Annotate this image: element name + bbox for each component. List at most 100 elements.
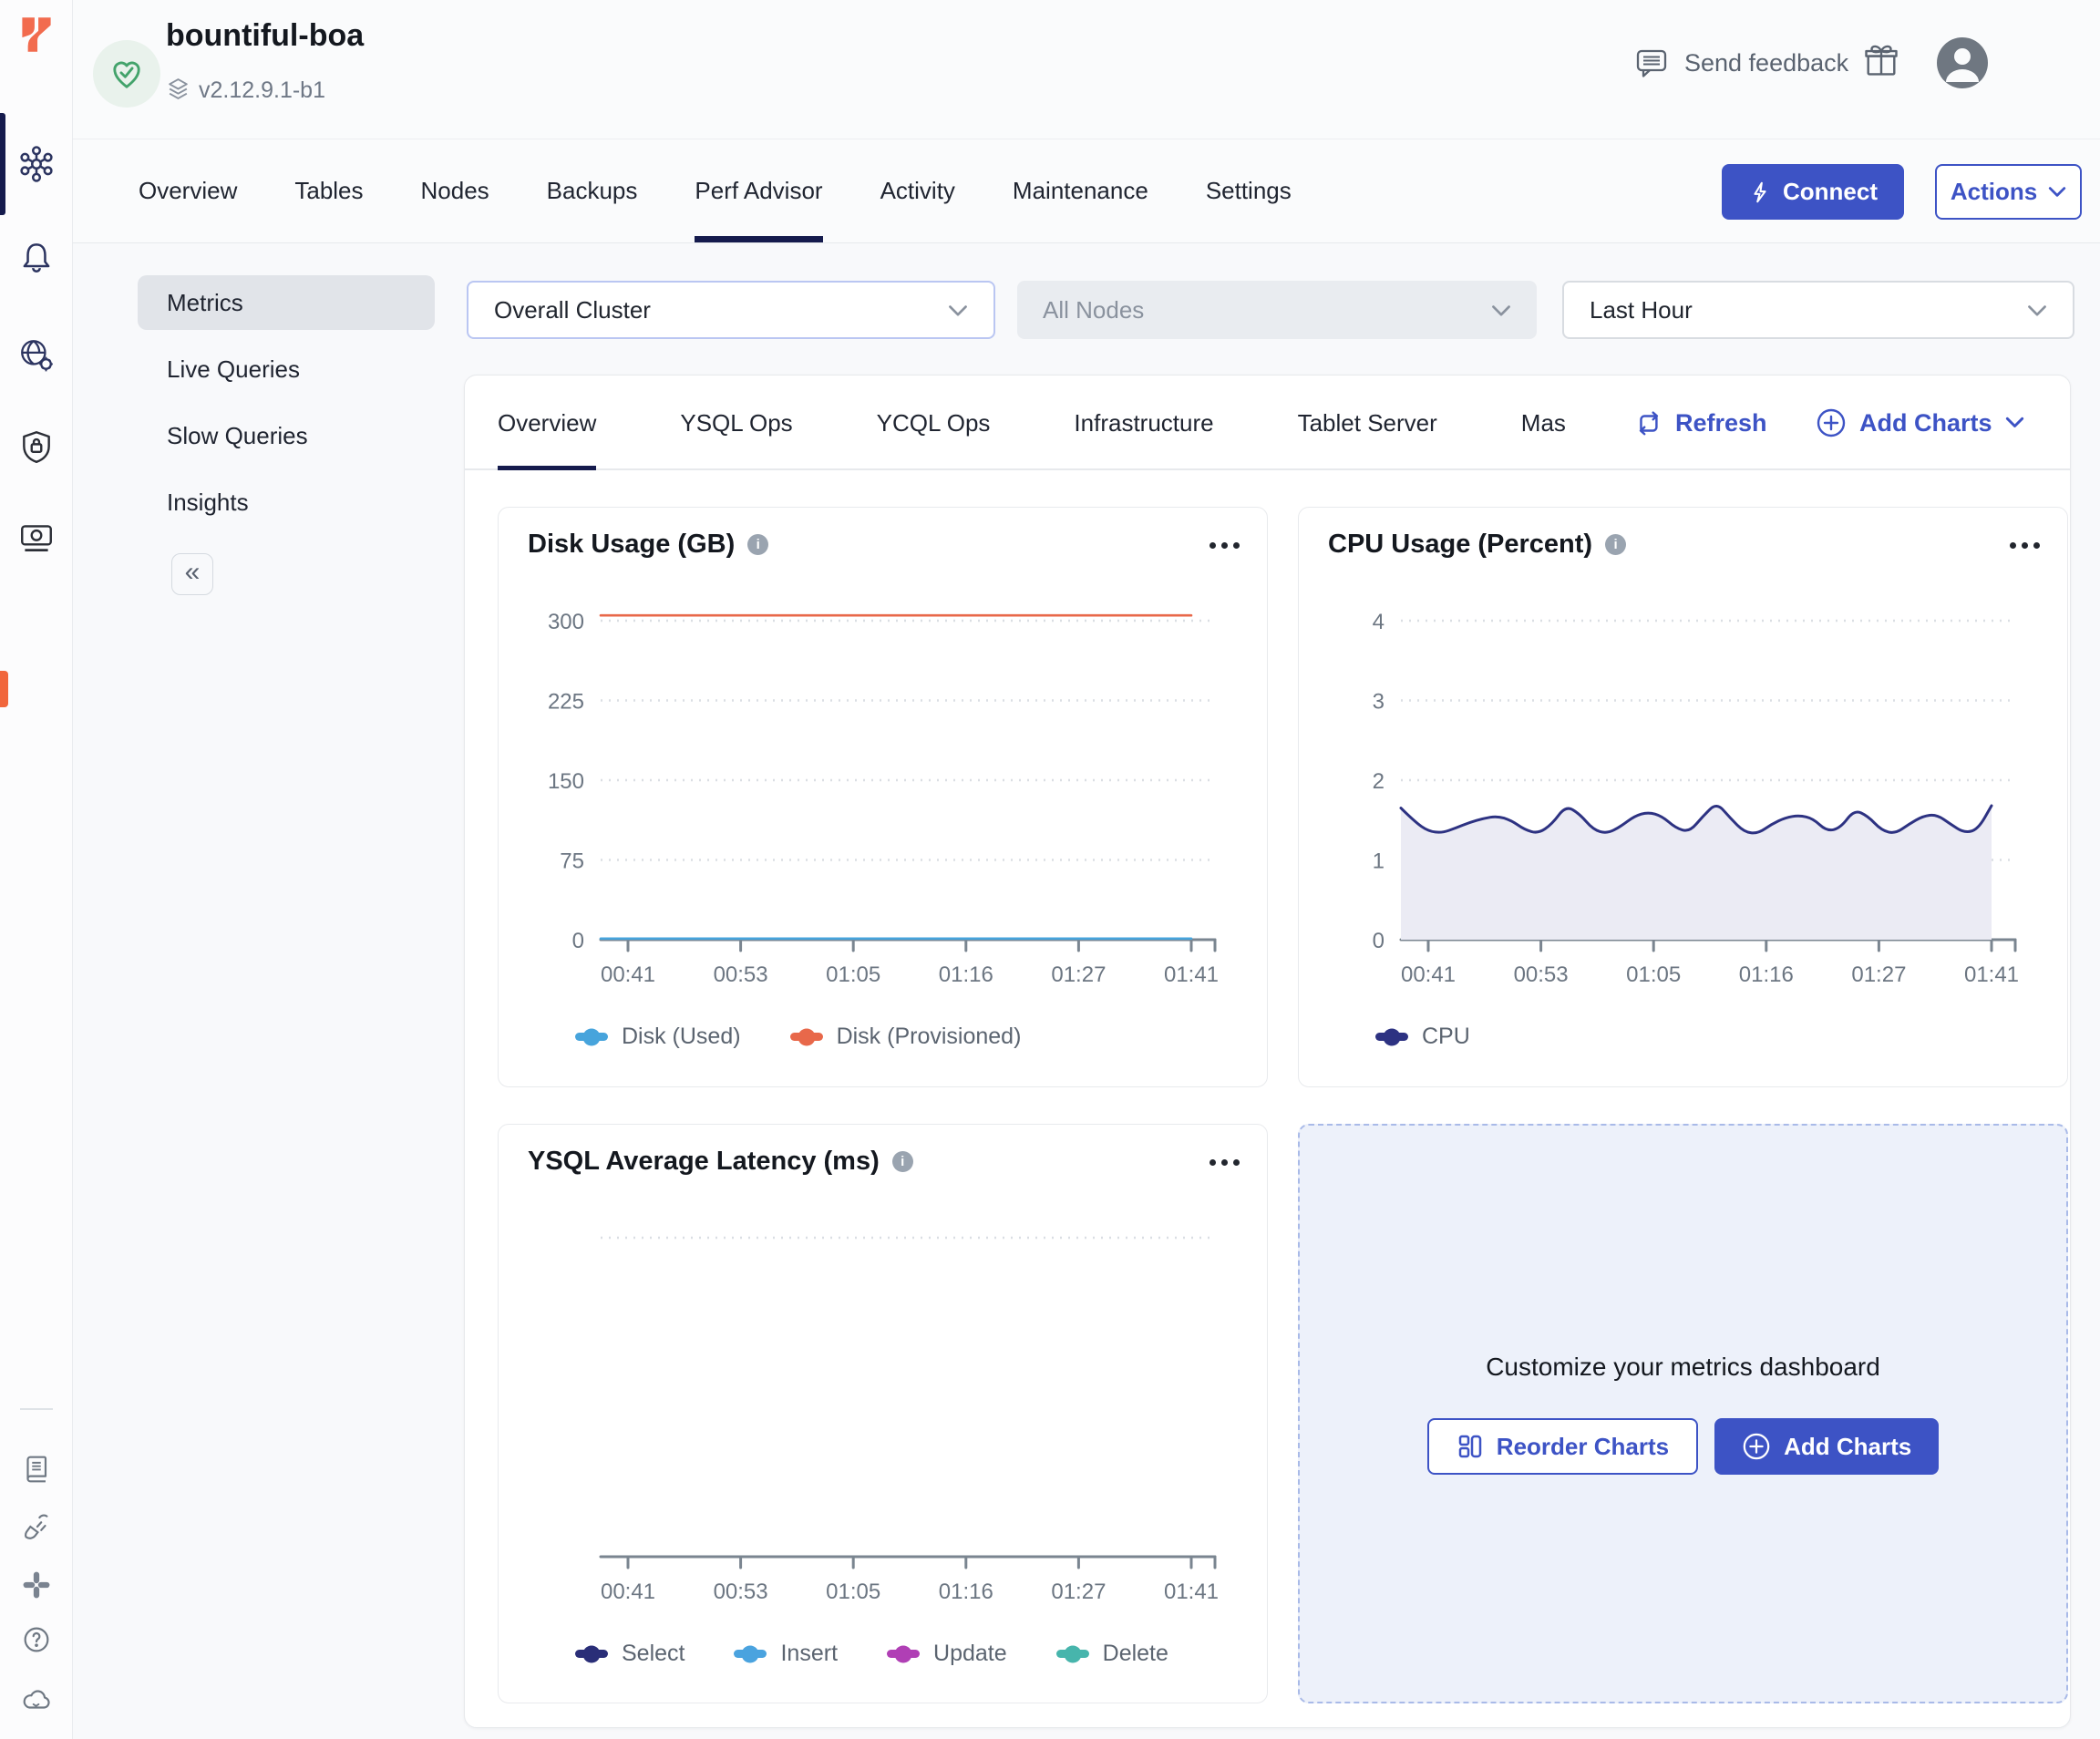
metrics-tab-tablet-server[interactable]: Tablet Server — [1298, 376, 1437, 470]
send-feedback-label: Send feedback — [1684, 49, 1848, 77]
svg-text:75: 75 — [560, 849, 584, 874]
cluster-tab-bar: Overview Tables Nodes Backups Perf Advisor Ac… — [73, 139, 2100, 243]
cloud-shell-icon[interactable] — [16, 1679, 57, 1719]
disk-usage-legend: Disk (Used) Disk (Provisioned) — [575, 1024, 1021, 1050]
billing-banknote-icon[interactable] — [16, 518, 57, 558]
legend-marker — [1056, 1650, 1089, 1658]
app-window: bountiful-boa v2.12.9.1-b1 Send feedback — [0, 0, 2100, 1739]
metrics-tabs: Overview YSQL Ops YCQL Ops Infrastructure Ta… — [498, 376, 1566, 470]
legend-item-disk-used-[interactable]: Disk (Used) — [575, 1024, 741, 1050]
cpu-usage-chart-card: CPU Usage (Percent) 0123400:4100:5301:05… — [1298, 507, 2068, 1087]
docs-book-icon[interactable] — [16, 1449, 57, 1489]
refresh-button[interactable]: Refresh — [1633, 376, 1767, 470]
chart-menu-button[interactable] — [1210, 1159, 1240, 1166]
metrics-tab-ycql-ops[interactable]: YCQL Ops — [877, 376, 991, 470]
tab-nodes[interactable]: Nodes — [421, 139, 489, 242]
legend-label: CPU — [1422, 1024, 1470, 1050]
yugabyte-logo-icon[interactable] — [13, 11, 60, 58]
info-icon[interactable] — [892, 1151, 913, 1172]
refresh-label: Refresh — [1675, 409, 1767, 437]
ysql-latency-legend: Select Insert Update Delete — [575, 1641, 1168, 1667]
legend-marker — [887, 1650, 920, 1658]
time-range-select[interactable]: Last Hour — [1562, 281, 2074, 339]
version-layers-icon — [166, 77, 190, 106]
user-avatar[interactable] — [1937, 37, 1988, 88]
left-edge-accent-tab[interactable] — [0, 671, 8, 707]
cluster-version: v2.12.9.1-b1 — [199, 77, 325, 104]
sidenav-item-live-queries[interactable]: Live Queries — [138, 342, 435, 396]
metrics-tab-overview[interactable]: Overview — [498, 376, 596, 470]
nodes-select-disabled: All Nodes — [1017, 281, 1537, 339]
sidenav-item-slow-queries[interactable]: Slow Queries — [138, 408, 435, 463]
chevron-down-icon — [2005, 417, 2024, 429]
tab-overview[interactable]: Overview — [139, 139, 237, 242]
legend-label: Delete — [1103, 1641, 1168, 1667]
disk-usage-plot: 07515022530000:4100:5301:0501:1601:2701:… — [499, 593, 1228, 1005]
svg-text:0: 0 — [1373, 929, 1385, 953]
svg-text:1: 1 — [1373, 849, 1385, 874]
tab-tables[interactable]: Tables — [294, 139, 363, 242]
clusters-nav-icon[interactable] — [16, 144, 57, 184]
legend-item-update[interactable]: Update — [887, 1641, 1007, 1667]
info-icon[interactable] — [747, 534, 768, 555]
sidenav-item-insights[interactable]: Insights — [138, 475, 435, 530]
svg-text:300: 300 — [548, 610, 584, 634]
legend-item-insert[interactable]: Insert — [734, 1641, 838, 1667]
svg-text:150: 150 — [548, 769, 584, 794]
chart-menu-button[interactable] — [2010, 542, 2040, 549]
alerts-bell-icon[interactable] — [16, 237, 57, 277]
metrics-subnav: Metrics Live Queries Slow Queries Insights — [138, 275, 435, 541]
svg-text:4: 4 — [1373, 610, 1385, 634]
info-icon[interactable] — [1605, 534, 1626, 555]
svg-text:00:53: 00:53 — [1514, 962, 1569, 987]
metrics-tab-infrastructure[interactable]: Infrastructure — [1074, 376, 1213, 470]
legend-item-cpu[interactable]: CPU — [1375, 1024, 1470, 1050]
svg-text:00:41: 00:41 — [1401, 962, 1456, 987]
legend-item-select[interactable]: Select — [575, 1641, 685, 1667]
actions-label: Actions — [1951, 178, 2037, 206]
rail-divider — [20, 1408, 53, 1410]
sidenav-item-metrics[interactable]: Metrics — [138, 275, 435, 330]
network-globe-gear-icon[interactable] — [16, 335, 57, 376]
legend-label: Insert — [780, 1641, 838, 1667]
reorder-charts-button[interactable]: Reorder Charts — [1427, 1418, 1698, 1475]
help-icon[interactable] — [16, 1620, 57, 1660]
legend-marker — [734, 1650, 767, 1658]
chevron-down-icon — [2027, 296, 2047, 324]
send-feedback-button[interactable]: Send feedback — [1633, 38, 1848, 87]
svg-text:00:41: 00:41 — [601, 962, 655, 987]
svg-text:00:41: 00:41 — [601, 1580, 655, 1604]
metrics-tab-mas[interactable]: Mas — [1521, 376, 1566, 470]
tab-maintenance[interactable]: Maintenance — [1013, 139, 1148, 242]
cluster-scope-select[interactable]: Overall Cluster — [467, 281, 995, 339]
svg-text:01:05: 01:05 — [826, 962, 880, 987]
legend-item-delete[interactable]: Delete — [1056, 1641, 1168, 1667]
legend-marker — [1375, 1033, 1408, 1041]
security-shield-lock-icon[interactable] — [16, 427, 57, 467]
gift-icon[interactable] — [1861, 40, 1901, 80]
customize-dashboard-panel: Customize your metrics dashboard Reorder… — [1298, 1124, 2068, 1703]
slack-icon[interactable] — [16, 1565, 57, 1605]
integrations-plug-icon[interactable] — [16, 1507, 57, 1547]
active-rail-indicator — [0, 113, 5, 215]
metrics-tab-ysql-ops[interactable]: YSQL Ops — [680, 376, 792, 470]
tab-backups[interactable]: Backups — [547, 139, 638, 242]
refresh-icon — [1633, 408, 1662, 437]
tab-activity[interactable]: Activity — [880, 139, 955, 242]
actions-button[interactable]: Actions — [1935, 164, 2082, 220]
svg-text:01:27: 01:27 — [1051, 962, 1106, 987]
collapse-sidenav-button[interactable] — [171, 553, 213, 595]
tab-perf-advisor[interactable]: Perf Advisor — [695, 139, 822, 242]
legend-item-disk-provisioned-[interactable]: Disk (Provisioned) — [790, 1024, 1022, 1050]
add-charts-label: Add Charts — [1859, 409, 1992, 437]
svg-text:01:27: 01:27 — [1851, 962, 1906, 987]
disk-usage-chart-card: Disk Usage (GB) 07515022530000:4100:5301… — [498, 507, 1268, 1087]
metrics-panel: Overview YSQL Ops YCQL Ops Infrastructure Ta… — [464, 375, 2071, 1728]
connect-button[interactable]: Connect — [1722, 164, 1904, 220]
add-charts-button[interactable]: Add Charts — [1714, 1418, 1939, 1475]
svg-text:01:27: 01:27 — [1051, 1580, 1106, 1604]
chart-menu-button[interactable] — [1210, 542, 1240, 549]
tab-settings[interactable]: Settings — [1206, 139, 1292, 242]
ysql-latency-chart-card: YSQL Average Latency (ms) 00:4100:5301:0… — [498, 1124, 1268, 1703]
add-charts-dropdown-button[interactable]: Add Charts — [1816, 376, 2024, 470]
